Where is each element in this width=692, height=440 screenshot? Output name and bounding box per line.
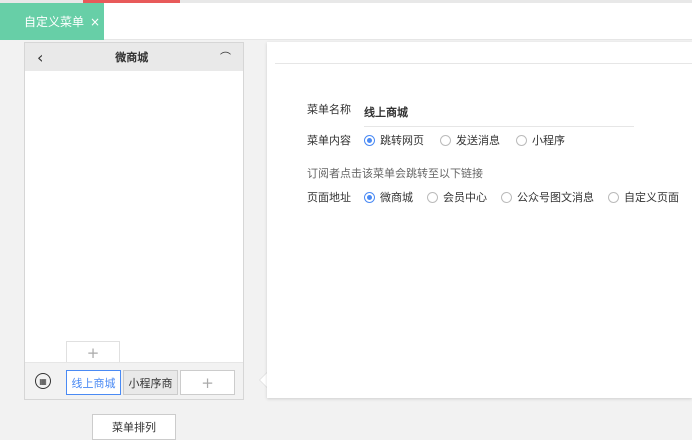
radio-icon [516, 134, 527, 146]
menu-name-input[interactable]: 线上商城 [364, 104, 634, 127]
menu-editor-panel: 菜单名称 线上商城 菜单内容 跳转网页 发送消息 小程序 订阅者点击该菜单会跳转… [267, 42, 692, 398]
radio-micro-mall[interactable]: 微商城 [364, 189, 413, 205]
tab-custom-menu[interactable]: 自定义菜单 × [0, 3, 104, 40]
phone-preview: ‹ 微商城 ⌒ + ▦ 线上商城 小程序商 + [24, 42, 244, 400]
content-label: 菜单内容 [307, 134, 351, 147]
radio-icon [608, 191, 619, 203]
sort-menu-button[interactable]: 菜单排列 [92, 414, 176, 440]
url-label: 页面地址 [307, 191, 351, 204]
radio-custom-page[interactable]: 自定义页面 [608, 189, 679, 205]
radio-jump-webpage[interactable]: 跳转网页 [364, 132, 424, 148]
radio-member-center[interactable]: 会员中心 [427, 189, 487, 205]
tab-bar: 自定义菜单 × [0, 3, 692, 40]
radio-icon [427, 191, 438, 203]
user-icon: ⌒ [220, 51, 231, 64]
add-submenu-button[interactable]: + [66, 341, 120, 364]
keyboard-icon[interactable]: ▦ [35, 373, 51, 389]
radio-miniprogram[interactable]: 小程序 [516, 132, 565, 148]
name-label: 菜单名称 [307, 102, 351, 116]
phone-menu-bar: ▦ 线上商城 小程序商 + [25, 362, 243, 399]
radio-send-message[interactable]: 发送消息 [440, 132, 500, 148]
close-icon[interactable]: × [90, 15, 100, 29]
divider [275, 63, 692, 64]
hint-text: 订阅者点击该菜单会跳转至以下链接 [307, 167, 483, 180]
radio-icon [501, 191, 512, 203]
radio-article[interactable]: 公众号图文消息 [501, 189, 594, 205]
menu-item[interactable]: 小程序商 [123, 370, 178, 395]
radio-icon [364, 134, 375, 146]
back-icon: ‹ [37, 47, 44, 67]
phone-header: ‹ 微商城 ⌒ [25, 43, 243, 71]
phone-title: 微商城 [115, 51, 149, 64]
tab-label: 自定义菜单 [24, 15, 85, 29]
radio-icon [364, 191, 375, 203]
radio-icon [440, 134, 451, 146]
menu-item-active[interactable]: 线上商城 [66, 370, 121, 395]
add-menu-button[interactable]: + [180, 370, 235, 395]
panel-pointer [259, 372, 267, 388]
